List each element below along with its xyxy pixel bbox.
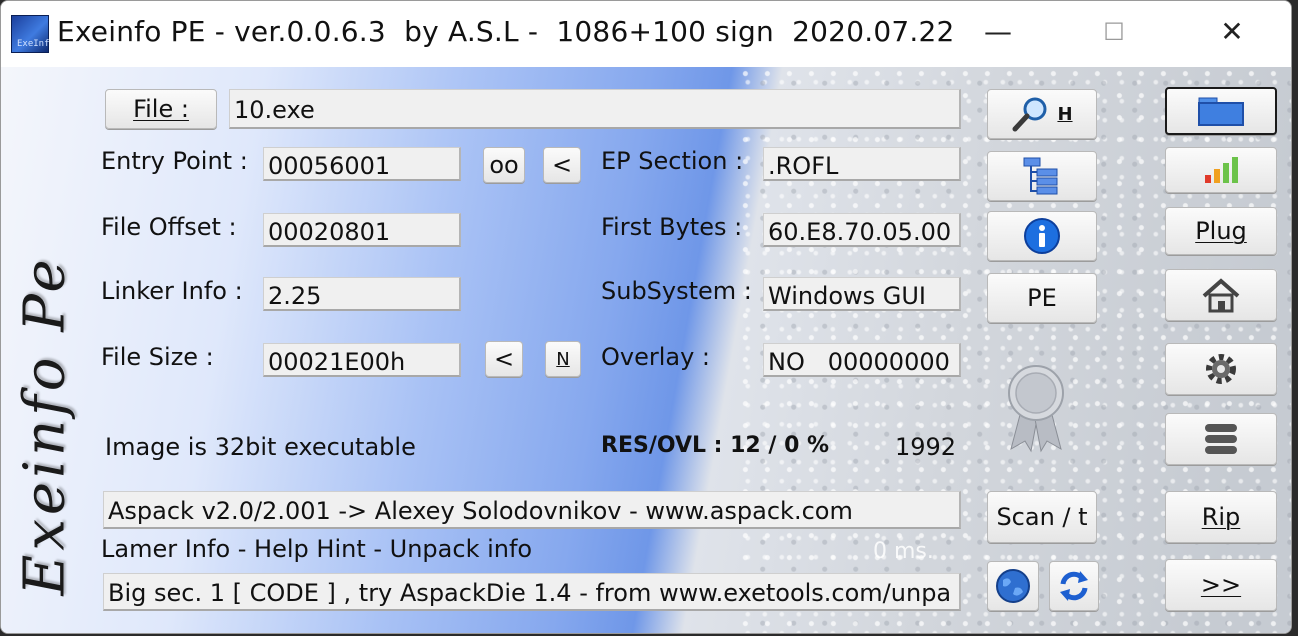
globe-icon — [996, 569, 1030, 603]
refresh-icon — [1060, 571, 1088, 601]
first-bytes-label: First Bytes : — [601, 213, 743, 241]
subsystem-field[interactable]: Windows GUI — [763, 277, 961, 311]
search-h-label: H — [1057, 103, 1073, 125]
file-size-field[interactable]: 00021E00h — [263, 343, 461, 377]
next-label: >> — [1200, 571, 1242, 599]
open-file-button[interactable] — [1165, 87, 1277, 135]
ep-section-field[interactable]: .ROFL — [763, 147, 961, 181]
menu-button[interactable] — [1165, 413, 1277, 465]
lamer-info-text: Lamer Info - Help Hint - Unpack info — [101, 535, 533, 563]
file-offset-field[interactable]: 00020801 — [263, 213, 461, 247]
app-window: ExeInf Exeinfo PE - ver.0.0.6.3 by A.S.L… — [0, 0, 1292, 634]
file-size-prev-button[interactable]: < — [485, 341, 523, 377]
plug-button[interactable]: Plug — [1165, 207, 1277, 255]
bar-chart-icon — [1205, 157, 1238, 183]
subsystem-label: SubSystem : — [601, 277, 752, 305]
scan-button[interactable]: Scan / t — [987, 491, 1097, 543]
year-text: 1992 — [895, 433, 957, 461]
file-size-label: File Size : — [101, 343, 214, 371]
title-bar[interactable]: ExeInf Exeinfo PE - ver.0.0.6.3 by A.S.L… — [1, 1, 1291, 67]
rip-button[interactable]: Rip — [1165, 491, 1277, 543]
overlay-field[interactable]: NO 00000000 — [763, 343, 961, 377]
info-button[interactable] — [987, 211, 1097, 261]
search-button[interactable]: H — [987, 89, 1097, 139]
gear-icon — [1206, 354, 1236, 384]
res-ovl-text: RES/OVL : 12 / 0 % — [601, 433, 830, 458]
image-info-text: Image is 32bit executable — [105, 433, 416, 461]
home-icon — [1202, 278, 1240, 313]
entry-point-prev-button[interactable]: < — [543, 147, 581, 183]
maximize-button[interactable]: ☐ — [1079, 1, 1149, 63]
magnifier-icon — [1012, 97, 1047, 132]
home-button[interactable] — [1165, 269, 1277, 321]
scan-time-text: 0 ms. — [873, 539, 934, 564]
app-icon-text: ExeInf — [17, 39, 50, 49]
linker-info-label: Linker Info : — [101, 277, 243, 305]
web-button[interactable] — [987, 561, 1039, 611]
entry-point-field[interactable]: 00056001 — [263, 147, 461, 181]
file-button[interactable]: File : — [105, 89, 217, 129]
main-panel: Exeinfo Pe File : 10.exe Entry Point : 0… — [1, 67, 1291, 633]
linker-info-field[interactable]: 2.25 — [263, 277, 461, 311]
exeinfo-logo: Exeinfo Pe — [12, 254, 78, 596]
detection-field[interactable]: Aspack v2.0/2.001 -> Alexey Solodovnikov… — [103, 491, 961, 529]
award-ribbon-icon — [1008, 365, 1064, 453]
settings-button[interactable] — [1165, 343, 1277, 395]
oo-button[interactable]: oo — [483, 147, 525, 183]
folder-icon — [1198, 97, 1244, 126]
close-button[interactable]: ✕ — [1197, 1, 1267, 63]
first-bytes-field[interactable]: 60.E8.70.05.00 — [763, 213, 961, 247]
refresh-button[interactable] — [1049, 561, 1099, 611]
tree-icon — [1023, 157, 1058, 195]
stats-button[interactable] — [1165, 147, 1277, 193]
file-name-field[interactable]: 10.exe — [229, 89, 961, 129]
stack-icon — [1205, 424, 1237, 454]
ep-section-label: EP Section : — [601, 147, 744, 175]
app-icon[interactable]: ExeInf — [11, 15, 50, 53]
minimize-button[interactable]: — — [963, 1, 1033, 63]
entry-point-label: Entry Point : — [101, 147, 248, 175]
file-offset-label: File Offset : — [101, 213, 237, 241]
plug-label: Plug — [1195, 217, 1247, 245]
hint-field[interactable]: Big sec. 1 [ CODE ] , try AspackDie 1.4 … — [103, 573, 961, 611]
pe-button[interactable]: PE — [987, 273, 1097, 323]
rip-label: Rip — [1201, 503, 1241, 531]
sections-button[interactable] — [987, 151, 1097, 201]
window-title: Exeinfo PE - ver.0.0.6.3 by A.S.L - 1086… — [57, 15, 955, 48]
next-button[interactable]: >> — [1165, 559, 1277, 611]
info-icon — [1024, 218, 1060, 254]
n-button[interactable]: N — [545, 341, 581, 377]
overlay-label: Overlay : — [601, 343, 711, 371]
